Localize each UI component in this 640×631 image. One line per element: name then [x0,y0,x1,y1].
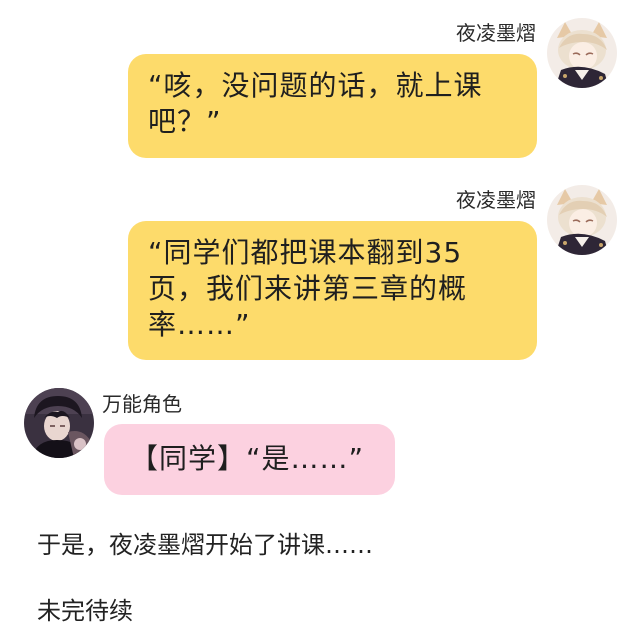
avatar-image [547,185,617,255]
message-line: 【同学】“是……” [130,442,365,475]
narration-text: 于是，夜凌墨熠开始了讲课…… [37,531,373,559]
anime-girl-cat-ears-avatar-icon[interactable] [547,18,617,88]
message-line: 页，我们来讲第三章的概 [148,272,468,305]
avatar-image [24,388,94,458]
chat-story-page: 夜凌墨熠 “咳，没问题的话，就上课 吧？” 夜凌墨熠 “同学们都把课本翻到35 … [0,0,640,631]
anime-girl-cat-ears-avatar-icon[interactable] [547,185,617,255]
message-bubble: “同学们都把课本翻到35 页，我们来讲第三章的概 率……” [128,221,537,360]
sender-name: 万能角色 [102,392,182,416]
message-bubble: 【同学】“是……” [104,424,395,495]
narration-text: 未完待续 [37,597,133,625]
message-line: “同学们都把课本翻到35 [148,236,463,269]
sender-name: 夜凌墨熠 [456,21,536,45]
avatar-image [547,18,617,88]
sender-name: 夜凌墨熠 [456,188,536,212]
message-line: 率……” [148,308,251,341]
message-line: 吧？” [148,105,222,138]
message-line: “咳，没问题的话，就上课 [148,69,483,102]
anime-boy-dark-avatar-icon[interactable] [24,388,94,458]
message-bubble: “咳，没问题的话，就上课 吧？” [128,54,537,158]
